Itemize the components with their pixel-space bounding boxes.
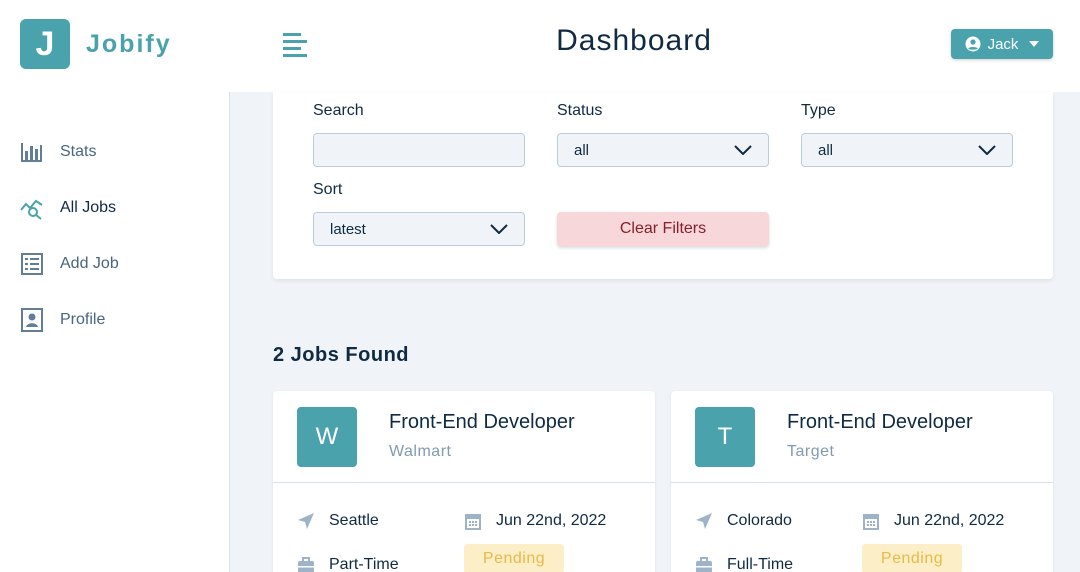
job-company: Walmart [389,443,452,460]
query-stats-icon [20,199,43,220]
location-arrow-icon [696,513,712,529]
job-date: Jun 22nd, 2022 [862,512,1004,530]
job-type: Full-Time [695,556,793,572]
sidebar-item-label: All Jobs [60,199,117,216]
user-circle-icon [965,36,981,52]
job-company: Target [787,443,835,460]
sidebar-item-stats[interactable]: Stats [20,140,96,164]
sidebar-item-label: Profile [60,311,106,328]
job-card-header: W Front-End Developer Walmart [273,391,655,483]
type-label: Type [801,102,836,119]
search-filters-card: Search Status all Type all Sort latest C… [273,92,1053,279]
calendar-icon [465,514,481,530]
user-menu-button[interactable]: Jack [951,29,1053,59]
jobs-found-heading: 2 Jobs Found [273,344,409,366]
search-input[interactable] [313,133,525,167]
job-card: W Front-End Developer Walmart Seattle Ju… [273,391,655,572]
type-select-value: all [818,141,834,159]
job-type-text: Full-Time [727,556,794,572]
job-position: Front-End Developer [389,411,575,433]
chevron-down-icon [978,145,996,155]
clear-filters-button[interactable]: Clear Filters [557,212,769,246]
job-date: Jun 22nd, 2022 [464,512,606,530]
status-select[interactable]: all [557,133,769,167]
job-card: T Front-End Developer Target Colorado Ju… [671,391,1053,572]
sort-label: Sort [313,181,343,198]
sort-select[interactable]: latest [313,212,525,246]
job-location-text: Colorado [727,512,792,529]
status-label: Status [557,102,603,119]
page-title: Dashboard [556,24,712,57]
calendar-icon [863,514,879,530]
job-card-header: T Front-End Developer Target [671,391,1053,483]
user-name: Jack [987,35,1019,53]
sidebar-item-all-jobs[interactable]: All Jobs [20,196,116,220]
sidebar-item-add-job[interactable]: Add Job [20,252,119,276]
company-avatar: W [297,407,357,467]
status-badge: Pending [464,544,564,572]
location-arrow-icon [298,513,314,529]
job-position: Front-End Developer [787,411,973,433]
sidebar-item-label: Stats [60,143,97,160]
status-select-value: all [574,141,590,159]
job-location: Seattle [297,512,379,530]
job-date-text: Jun 22nd, 2022 [894,512,1005,529]
briefcase-icon [696,557,712,572]
job-location-text: Seattle [329,512,379,529]
sidebar-item-profile[interactable]: Profile [20,308,105,332]
search-label: Search [313,102,364,119]
top-navbar: J Jobify Dashboard Jack [0,0,1080,92]
form-icon [21,253,43,275]
chevron-down-icon [734,145,752,155]
job-location: Colorado [695,512,792,530]
caret-down-icon [1029,41,1040,47]
briefcase-icon [298,557,314,572]
job-date-text: Jun 22nd, 2022 [496,512,607,529]
sidebar: Stats All Jobs Add Job Profile [0,92,230,572]
chevron-down-icon [490,224,508,234]
profile-icon [21,308,43,332]
job-type-text: Part-Time [329,556,399,572]
type-select[interactable]: all [801,133,1013,167]
company-avatar: T [695,407,755,467]
sidebar-item-label: Add Job [60,255,119,272]
bar-chart-icon [21,143,42,162]
status-badge: Pending [862,544,962,572]
sort-select-value: latest [330,220,366,238]
job-type: Part-Time [297,556,399,572]
